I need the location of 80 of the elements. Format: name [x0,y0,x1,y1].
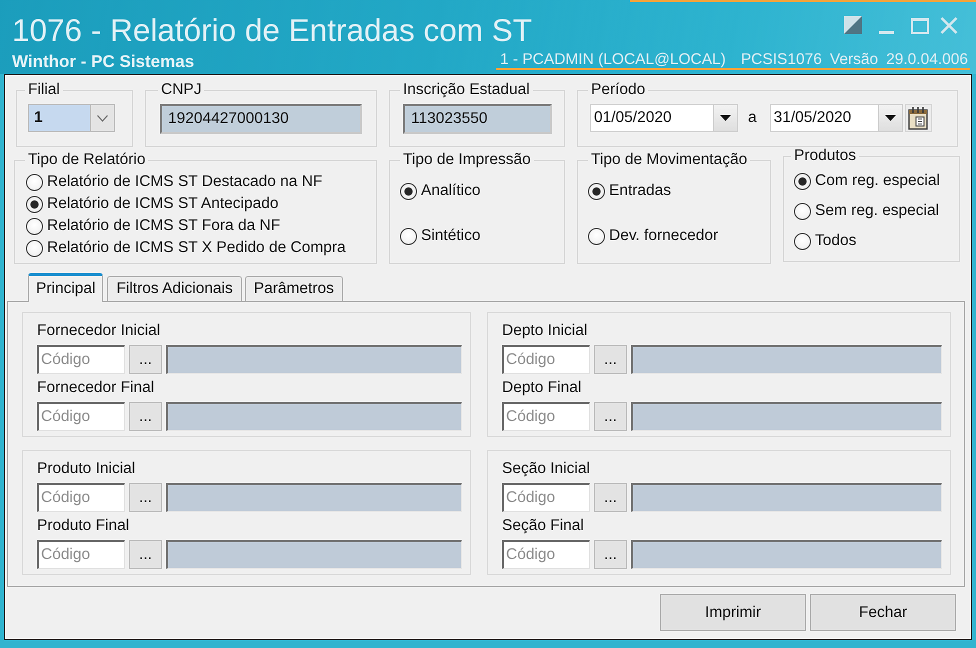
radio-button[interactable] [26,196,43,212]
start-date-field[interactable]: 01/05/2020 [590,104,713,132]
lookup-button[interactable]: ... [129,345,162,374]
cnpj-field: 19204427000130 [160,104,362,134]
radio-option[interactable]: Dev. fornecedor [588,225,770,247]
dropdown-button[interactable] [90,104,115,132]
triangle-down-icon [884,115,896,121]
lookup-button[interactable]: ... [594,345,627,374]
code-input[interactable]: Código [37,483,125,512]
user-info: 1 - PCADMIN (LOCAL@LOCAL) [500,51,726,68]
code-input[interactable]: Código [37,345,125,374]
radio-button[interactable] [400,182,417,200]
code-input[interactable]: Código [502,345,590,374]
field-label: Depto Inicial [502,322,588,340]
field-label: Fornecedor Inicial [37,322,162,340]
radio-button[interactable] [26,240,43,256]
lookup-button[interactable]: ... [594,402,627,431]
radio-option[interactable]: Sintético [400,225,564,247]
field-label: Produto Final [37,517,130,535]
code-input[interactable]: Código [502,483,590,512]
group-title: Tipo de Impressão [402,151,532,169]
field-label: Seção Final [502,517,585,535]
triangle-down-icon [720,115,731,121]
radio-button[interactable] [588,228,605,244]
version-number: 29.0.04.006 [886,51,968,68]
lookup-button[interactable]: ... [594,483,627,512]
program-code: PCSIS1076 [740,51,822,68]
field-label: Seção Inicial [502,460,591,478]
calendar-icon [908,106,928,130]
tab[interactable]: Parâmetros [244,276,343,301]
range-separator: a [748,109,757,127]
window-title: 1076 - Relatório de Entradas com ST [12,12,532,48]
group-title: Tipo de Relatório [27,151,146,169]
tab[interactable]: Filtros Adicionais [107,276,242,301]
field-label: Fornecedor Final [37,379,156,397]
group-title: Inscrição Estadual [402,81,531,99]
code-input[interactable]: Código [37,402,125,431]
lookup-button[interactable]: ... [129,483,162,512]
field-label: Produto Inicial [37,460,136,478]
radio-button[interactable] [26,218,43,234]
group-title: Filial [27,81,61,99]
field-label: Depto Final [502,379,582,397]
version-label: Versão [830,51,878,68]
radio-option[interactable]: Sem reg. especial [794,200,959,222]
radio-button[interactable] [588,182,605,200]
split-square-icon[interactable] [844,16,862,34]
calendar-button[interactable] [904,104,932,132]
close-button[interactable]: Fechar [810,594,956,631]
radio-button[interactable] [400,228,417,244]
date-dropdown-button[interactable] [713,104,738,132]
radio-option[interactable]: Relatório de ICMS ST Antecipado [26,193,376,215]
filial-combo-box[interactable]: 1 [28,104,90,132]
chevron-down-icon [97,114,108,122]
radio-option[interactable]: Todos [794,230,959,252]
code-input[interactable]: Código [502,402,590,431]
radio-option[interactable]: Relatório de ICMS ST X Pedido de Compra [26,237,376,259]
radio-option[interactable]: Relatório de ICMS ST Destacado na NF [26,171,376,193]
tab[interactable]: Principal [28,273,104,302]
date-dropdown-button[interactable] [878,104,903,132]
state-registration-field: 113023550 [403,104,552,134]
app-name: Winthor - PC Sistemas [12,53,194,70]
radio-button[interactable] [26,174,43,190]
print-button[interactable]: Imprimir [660,594,806,631]
lookup-button[interactable]: ... [594,540,627,569]
end-date-field[interactable]: 31/05/2020 [770,104,878,132]
radio-button[interactable] [794,232,811,250]
radio-button[interactable] [794,172,811,190]
group-title: Período [590,81,646,99]
radio-option[interactable]: Com reg. especial [794,170,959,192]
radio-option[interactable]: Analítico [400,180,564,202]
group-title: Produtos [793,147,858,165]
code-input[interactable]: Código [502,540,590,569]
group-title: CNPJ [160,81,202,99]
radio-button[interactable] [794,202,811,220]
lookup-button[interactable]: ... [129,540,162,569]
group-title: Tipo de Movimentação [590,151,748,169]
radio-option[interactable]: Entradas [588,180,770,202]
code-input[interactable]: Código [37,540,125,569]
lookup-button[interactable]: ... [129,402,162,431]
radio-option[interactable]: Relatório de ICMS ST Fora da NF [26,215,376,237]
